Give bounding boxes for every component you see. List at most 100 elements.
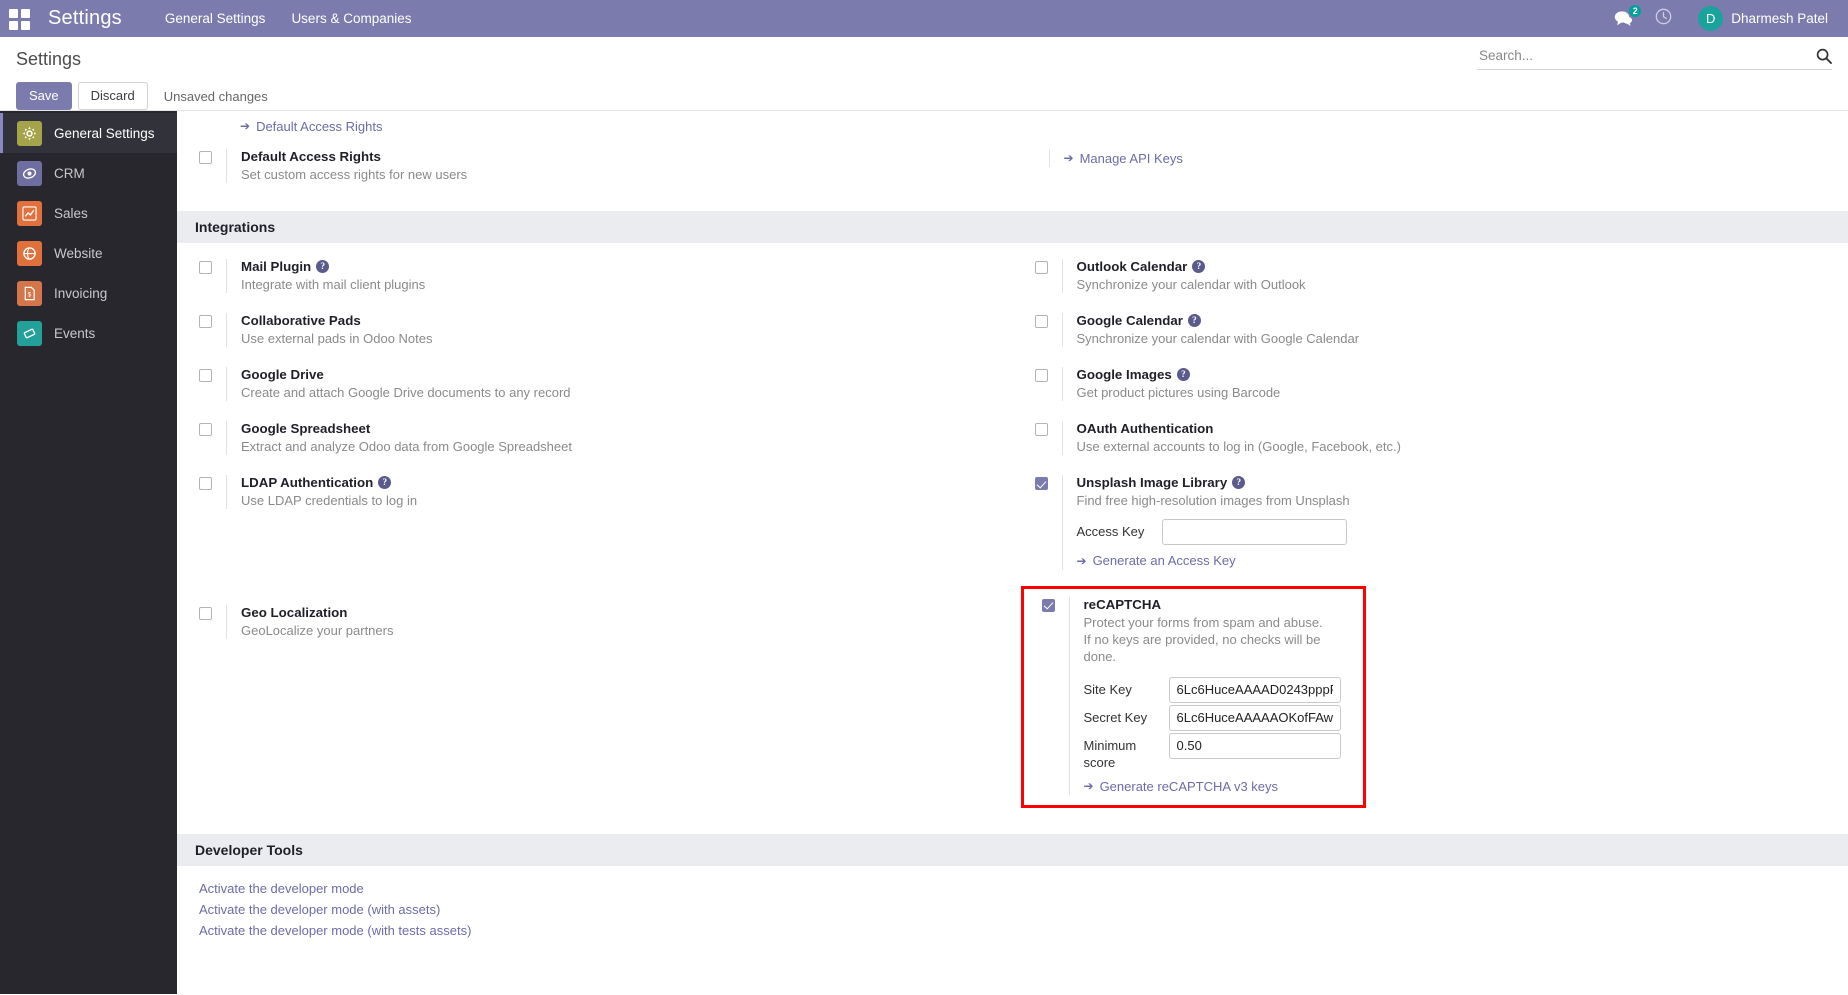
recaptcha-min-score-row: Minimum score	[1084, 732, 1353, 771]
setting-title: Geo Localization	[241, 605, 997, 620]
sidebar-item-website[interactable]: Website	[0, 233, 177, 273]
setting-oauth-authentication: OAuth Authentication Use external accoun…	[1013, 411, 1833, 465]
setting-title: reCAPTCHA	[1084, 597, 1353, 612]
setting-title: Outlook Calendar ?	[1077, 259, 1833, 274]
setting-title: Google Calendar ?	[1077, 313, 1833, 328]
help-icon[interactable]: ?	[1176, 368, 1190, 381]
setting-title-text: LDAP Authentication	[241, 475, 374, 490]
site-key-label: Site Key	[1083, 681, 1132, 697]
checkbox-ldap-authentication[interactable]	[199, 477, 212, 490]
save-button[interactable]: Save	[16, 82, 72, 110]
access-key-input[interactable]	[1161, 519, 1347, 545]
setting-google-calendar: Google Calendar ? Synchronize your calen…	[1013, 303, 1833, 357]
setting-description: Synchronize your calendar with Outlook	[1076, 277, 1306, 292]
discard-button[interactable]: Discard	[77, 82, 148, 110]
help-icon[interactable]: ?	[378, 476, 392, 489]
integrations-left-column: Mail Plugin ? Integrate with mail client…	[177, 249, 1013, 818]
min-score-input[interactable]	[1168, 732, 1341, 759]
nav-item-users-companies[interactable]: Users & Companies	[278, 2, 424, 35]
settings-sidebar: General Settings CRM Sales Website $ Inv…	[0, 111, 177, 994]
activities-button[interactable]	[1647, 4, 1680, 34]
invoice-document-icon: $	[17, 280, 42, 306]
checkbox-unsplash-image-library[interactable]	[1034, 477, 1048, 490]
developer-tools-links: Activate the developer mode Activate the…	[177, 866, 1848, 941]
navbar-menu: General Settings Users & Companies	[152, 2, 425, 35]
setting-description-line2: If no keys are provided, no checks will …	[1083, 631, 1321, 664]
setting-description: Integrate with mail client plugins	[241, 277, 426, 292]
app-brand-title[interactable]: Settings	[48, 7, 122, 30]
setting-title-text: OAuth Authentication	[1076, 421, 1214, 436]
activate-developer-mode-assets-link[interactable]: Activate the developer mode (with assets…	[199, 899, 1848, 920]
help-icon[interactable]: ?	[1192, 260, 1206, 273]
link-label: Default Access Rights	[256, 118, 383, 134]
help-icon[interactable]: ?	[1187, 314, 1201, 327]
setting-title: OAuth Authentication	[1077, 421, 1833, 436]
setting-title: Google Drive	[241, 367, 997, 382]
website-globe-icon	[17, 240, 42, 266]
setting-title: LDAP Authentication ?	[241, 475, 997, 490]
checkbox-outlook-calendar[interactable]	[1034, 261, 1048, 274]
recaptcha-site-key-row: Site Key	[1083, 676, 1353, 703]
user-menu[interactable]: D Dharmesh Patel	[1694, 4, 1834, 33]
generate-access-key-link[interactable]: ➔ Generate an Access Key	[1077, 553, 1236, 568]
checkbox-geo-localization[interactable]	[199, 607, 212, 620]
setting-google-spreadsheet: Google Spreadsheet Extract and analyze O…	[177, 411, 997, 465]
recaptcha-highlight-box: reCAPTCHA Protect your forms from spam a…	[1020, 585, 1366, 808]
help-icon[interactable]: ?	[1232, 476, 1246, 489]
setting-title-text: Unsplash Image Library	[1076, 475, 1228, 490]
setting-title: Mail Plugin ?	[241, 259, 997, 274]
setting-body: Outlook Calendar ? Synchronize your cale…	[1061, 259, 1833, 293]
section-header-developer-tools: Developer Tools	[177, 834, 1848, 866]
search-input[interactable]	[1477, 47, 1816, 64]
secret-key-input[interactable]	[1168, 704, 1341, 731]
setting-title-text: Outlook Calendar	[1076, 259, 1188, 274]
setting-unsplash-image-library: Unsplash Image Library ? Find free high-…	[1013, 465, 1833, 580]
sidebar-item-label: General Settings	[54, 125, 155, 141]
default-access-rights-row: Default Access Rights Set custom access …	[177, 139, 1848, 193]
help-icon[interactable]: ?	[316, 260, 330, 273]
generate-recaptcha-keys-link[interactable]: ➔ Generate reCAPTCHA v3 keys	[1084, 779, 1279, 794]
user-name-label: Dharmesh Patel	[1731, 11, 1828, 26]
site-key-input[interactable]	[1168, 676, 1341, 703]
link-label: Generate reCAPTCHA v3 keys	[1099, 778, 1279, 794]
arrow-right-icon: ➔	[1076, 553, 1087, 568]
activate-developer-mode-tests-assets-link[interactable]: Activate the developer mode (with tests …	[199, 920, 1848, 941]
search-icon[interactable]	[1816, 48, 1832, 64]
checkbox-google-spreadsheet[interactable]	[199, 423, 212, 436]
setting-outlook-calendar: Outlook Calendar ? Synchronize your cale…	[1013, 249, 1833, 303]
setting-description: Find free high-resolution images from Un…	[1076, 493, 1350, 508]
checkbox-google-images[interactable]	[1034, 369, 1048, 382]
activate-developer-mode-link[interactable]: Activate the developer mode	[199, 878, 1848, 899]
default-access-rights-link[interactable]: ➔ Default Access Rights	[240, 119, 383, 134]
checkbox-google-drive[interactable]	[199, 369, 212, 382]
sidebar-item-crm[interactable]: CRM	[0, 153, 177, 193]
setting-title: Google Images ?	[1077, 367, 1833, 382]
link-label: Generate an Access Key	[1092, 553, 1236, 568]
checkbox-oauth-authentication[interactable]	[1034, 423, 1048, 436]
top-navbar: Settings General Settings Users & Compan…	[0, 0, 1848, 37]
sales-chart-icon	[17, 200, 42, 226]
recaptcha-secret-key-row: Secret Key	[1084, 704, 1353, 731]
checkbox-mail-plugin[interactable]	[199, 261, 212, 274]
navbar-right: 2 D Dharmesh Patel	[1606, 4, 1834, 34]
setting-title-text: Default Access Rights	[241, 149, 381, 164]
manage-api-keys-link[interactable]: ➔ Manage API Keys	[1064, 151, 1183, 166]
setting-title: Default Access Rights	[241, 149, 997, 164]
checkbox-default-access-rights[interactable]	[199, 151, 212, 164]
nav-item-general-settings[interactable]: General Settings	[152, 2, 279, 35]
sidebar-item-sales[interactable]: Sales	[0, 193, 177, 233]
apps-grid-icon[interactable]	[8, 8, 30, 30]
checkbox-google-calendar[interactable]	[1034, 315, 1048, 328]
checkbox-collaborative-pads[interactable]	[199, 315, 212, 328]
setting-body: Google Spreadsheet Extract and analyze O…	[226, 421, 997, 455]
messages-button[interactable]: 2	[1606, 5, 1642, 31]
sidebar-item-events[interactable]: Events	[0, 313, 177, 353]
sidebar-item-invoicing[interactable]: $ Invoicing	[0, 273, 177, 313]
checkbox-recaptcha[interactable]	[1041, 598, 1055, 612]
setting-title: Unsplash Image Library ?	[1077, 475, 1833, 490]
sidebar-item-general-settings[interactable]: General Settings	[0, 113, 177, 153]
setting-geo-localization: Geo Localization GeoLocalize your partne…	[177, 595, 997, 649]
sidebar-item-label: Invoicing	[54, 285, 108, 301]
setting-title-text: Google Spreadsheet	[241, 421, 371, 436]
setting-description: Use external accounts to log in (Google,…	[1076, 439, 1401, 454]
